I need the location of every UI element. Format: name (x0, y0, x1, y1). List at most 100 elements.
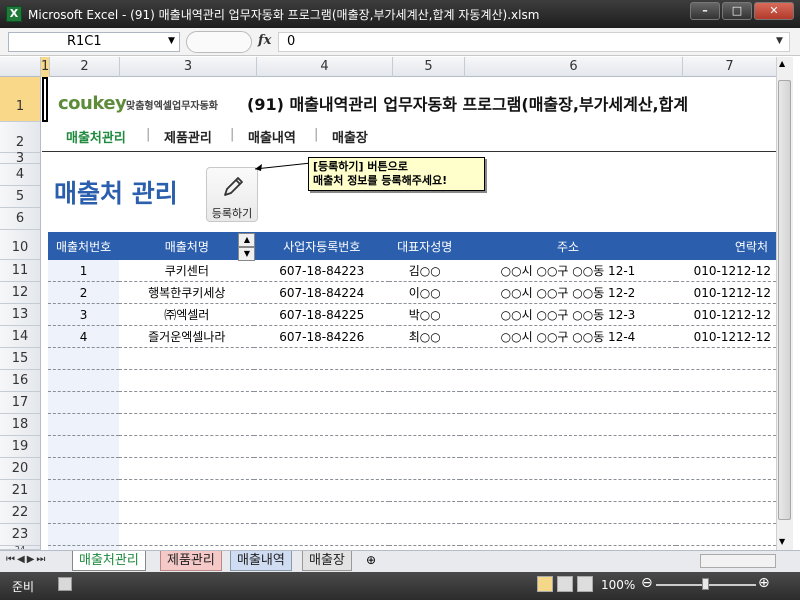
cell-contact[interactable]: 010-1212-12 (675, 281, 776, 304)
cell-client-no[interactable]: 2 (48, 281, 120, 304)
column-header[interactable]: 2 (50, 57, 120, 77)
cell-business-no[interactable]: 607-18-84224 (254, 281, 390, 304)
worksheet[interactable]: coukey 맞춤형엑셀업무자동화 (91) 매출내역관리 업무자동화 프로그램… (42, 77, 776, 550)
table-row-empty[interactable] (48, 457, 776, 480)
cell-representative[interactable]: 박○○ (389, 303, 461, 326)
column-header[interactable]: 6 (465, 57, 683, 77)
column-header[interactable]: 7 (683, 57, 776, 77)
cell-representative[interactable]: 김○○ (389, 260, 461, 282)
nav-sales-client[interactable]: 매출처관리 (66, 127, 126, 146)
cell-client-name[interactable]: 즐거운엑셀나라 (119, 325, 255, 348)
cell-client-no[interactable]: 3 (48, 303, 120, 326)
cell-client-no[interactable]: 4 (48, 325, 120, 348)
row-header[interactable]: 21 (0, 480, 40, 502)
cell-address[interactable]: ○○시 ○○구 ○○동 12-3 (460, 303, 676, 326)
sort-down-icon[interactable]: ▼ (238, 247, 256, 261)
page-break-view-icon[interactable] (577, 576, 593, 592)
selected-cell[interactable] (42, 77, 48, 122)
row-header[interactable]: 18 (0, 414, 40, 436)
row-header[interactable]: 11 (0, 260, 40, 282)
cell-contact[interactable]: 010-1212-12 (675, 303, 776, 326)
cell-contact[interactable]: 010-1212-12 (675, 325, 776, 348)
cell-business-no[interactable]: 607-18-84225 (254, 303, 390, 326)
table-row-empty[interactable] (48, 479, 776, 502)
row-header[interactable]: 4 (0, 164, 40, 186)
cell-business-no[interactable]: 607-18-84223 (254, 260, 390, 282)
nav-sales-ledger[interactable]: 매출장 (332, 127, 368, 146)
column-header[interactable]: 1 (41, 57, 50, 77)
cell-contact[interactable]: 010-1212-12 (675, 260, 776, 282)
column-header[interactable]: 5 (393, 57, 465, 77)
table-row-empty[interactable] (48, 391, 776, 414)
zoom-in-icon[interactable]: ⊕ (758, 575, 770, 591)
horizontal-scrollbar[interactable] (700, 554, 776, 568)
row-header[interactable]: 20 (0, 458, 40, 480)
tab-sales-client[interactable]: 매출처관리 (72, 551, 146, 571)
cell-address[interactable]: ○○시 ○○구 ○○동 12-2 (460, 281, 676, 304)
zoom-slider-thumb[interactable] (702, 578, 709, 590)
table-row-empty[interactable] (48, 369, 776, 392)
table-row[interactable]: 4 즐거운엑셀나라 607-18-84226 최○○ ○○시 ○○구 ○○동 1… (48, 325, 776, 348)
page-layout-view-icon[interactable] (557, 576, 573, 592)
cell-client-name[interactable]: 행복한쿠키세상 (119, 281, 255, 304)
tab-sales-history[interactable]: 매출내역 (230, 551, 292, 571)
close-icon[interactable]: ✕ (754, 2, 794, 20)
row-header[interactable]: 23 (0, 524, 40, 546)
tab-products[interactable]: 제품관리 (160, 551, 222, 571)
tab-navigation-icon[interactable]: ⏮◀▶⏭ (6, 554, 47, 565)
table-row-empty[interactable] (48, 501, 776, 524)
row-header[interactable]: 14 (0, 326, 40, 348)
tab-sales-ledger[interactable]: 매출장 (302, 551, 352, 571)
row-header[interactable]: 22 (0, 502, 40, 524)
cell-business-no[interactable]: 607-18-84226 (254, 325, 390, 348)
cell-representative[interactable]: 최○○ (389, 325, 461, 348)
table-row-empty[interactable] (48, 413, 776, 436)
expand-formula-icon[interactable]: ▼ (776, 36, 783, 46)
maximize-icon[interactable]: □ (722, 2, 752, 20)
cell-client-no[interactable]: 1 (48, 260, 120, 282)
normal-view-icon[interactable] (537, 576, 553, 592)
row-header[interactable]: 12 (0, 282, 40, 304)
scroll-up-icon[interactable]: ▲ (779, 59, 785, 68)
cell-address[interactable]: ○○시 ○○구 ○○동 12-4 (460, 325, 676, 348)
table-row-empty[interactable] (48, 347, 776, 370)
row-header[interactable]: 6 (0, 208, 40, 230)
row-header[interactable]: 5 (0, 186, 40, 208)
row-header[interactable]: 1 (0, 77, 40, 122)
table-row-empty[interactable] (48, 435, 776, 458)
cell-client-name[interactable]: ㈜엑셀러 (119, 303, 255, 326)
table-row[interactable]: 2 행복한쿠키세상 607-18-84224 이○○ ○○시 ○○구 ○○동 1… (48, 281, 776, 304)
cell-client-name[interactable]: 쿠키센터 (119, 260, 255, 282)
table-row[interactable]: 3 ㈜엑셀러 607-18-84225 박○○ ○○시 ○○구 ○○동 12-3… (48, 303, 776, 326)
sort-up-icon[interactable]: ▲ (238, 233, 256, 247)
select-all-corner[interactable] (0, 57, 41, 77)
excel-app-icon[interactable]: X (6, 6, 22, 22)
vertical-scroll-thumb[interactable] (778, 80, 791, 520)
row-header[interactable]: 13 (0, 304, 40, 326)
column-header[interactable]: 4 (257, 57, 393, 77)
row-header[interactable]: 2 (0, 122, 40, 153)
register-button[interactable]: 등록하기 (206, 167, 258, 222)
table-row[interactable]: 1 쿠키센터 607-18-84223 김○○ ○○시 ○○구 ○○동 12-1… (48, 260, 776, 282)
insert-sheet-icon[interactable]: ⊕ (366, 553, 376, 567)
cell-representative[interactable]: 이○○ (389, 281, 461, 304)
row-header[interactable]: 10 (0, 230, 40, 260)
nav-products[interactable]: 제품관리 (164, 127, 212, 146)
macro-record-icon[interactable] (58, 577, 72, 591)
row-header[interactable]: 3 (0, 152, 40, 165)
zoom-level[interactable]: 100% (601, 578, 635, 592)
row-header[interactable]: 16 (0, 370, 40, 392)
chevron-down-icon[interactable]: ▼ (168, 36, 175, 46)
minimize-icon[interactable]: – (690, 2, 720, 20)
row-header[interactable]: 19 (0, 436, 40, 458)
cell-address[interactable]: ○○시 ○○구 ○○동 12-1 (460, 260, 676, 282)
row-header[interactable]: 17 (0, 392, 40, 414)
table-row-empty[interactable] (48, 523, 776, 546)
name-box[interactable]: R1C1 (8, 32, 180, 52)
formula-input[interactable]: 0 (278, 32, 790, 52)
row-header[interactable]: 15 (0, 348, 40, 370)
nav-sales-history[interactable]: 매출내역 (248, 127, 296, 146)
column-header[interactable]: 3 (120, 57, 257, 77)
zoom-out-icon[interactable]: ⊖ (641, 575, 653, 591)
scroll-down-icon[interactable]: ▼ (779, 537, 785, 546)
